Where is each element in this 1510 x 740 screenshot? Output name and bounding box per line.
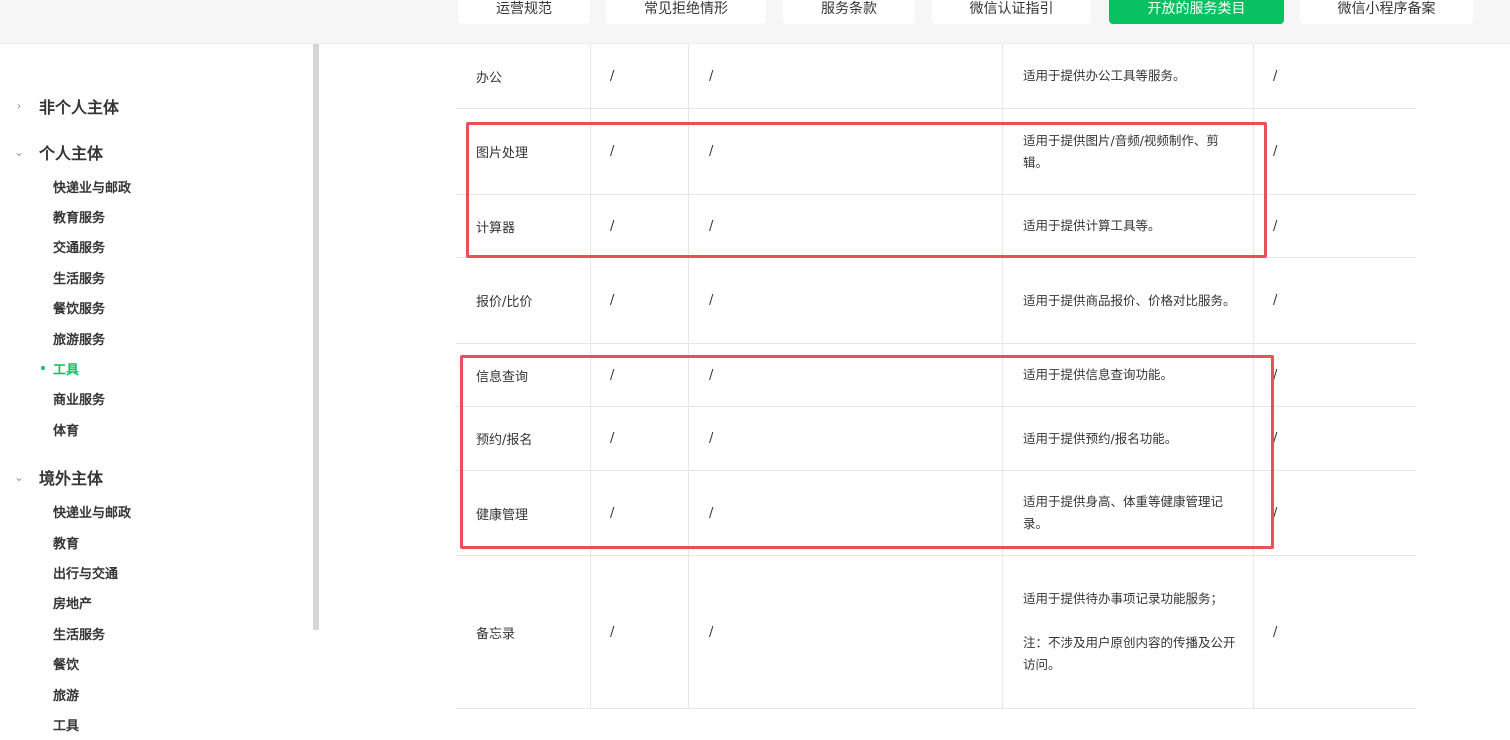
sidebar-group-individual[interactable]: ⌄ 个人主体 <box>12 140 103 164</box>
cell-value: / <box>1273 431 1278 446</box>
cell-value: / <box>1273 505 1278 521</box>
cell-value: / <box>610 293 615 308</box>
category-name: 计算器 <box>476 220 516 236</box>
category-name: 报价/比价 <box>476 295 533 310</box>
category-name: 信息查询 <box>476 369 529 385</box>
cell-value: / <box>1273 624 1278 640</box>
cell-value: / <box>1273 68 1278 84</box>
sidebar-item-label: 工具 <box>53 362 80 378</box>
sidebar-group-label: 非个人主体 <box>39 98 120 117</box>
cell-value: / <box>610 431 615 446</box>
category-description: 适用于提供办公工具等服务。 <box>1023 68 1186 83</box>
sidebar-item-business-services[interactable]: 商业服务 <box>53 388 105 408</box>
cell-value: / <box>1273 144 1278 159</box>
category-name: 预约/报名 <box>476 433 533 448</box>
tab-operation-rules[interactable]: 运营规范 <box>458 0 590 24</box>
cell-value: / <box>610 505 615 521</box>
category-description-cell: 适用于提供商品报价、价格对比服务。 <box>1023 258 1243 343</box>
sidebar-item-express-postal-overseas[interactable]: 快递业与邮政 <box>53 501 131 521</box>
category-name: 图片处理 <box>476 146 529 161</box>
sidebar-group-overseas[interactable]: ⌄ 境外主体 <box>12 465 103 489</box>
cell-value: / <box>709 367 714 383</box>
sidebar-item-sports[interactable]: 体育 <box>53 419 79 439</box>
sidebar-group-label: 个人主体 <box>39 144 104 163</box>
chevron-right-icon: › <box>16 99 22 113</box>
cell-value: / <box>709 431 714 446</box>
category-description-cell: 适用于提供身高、体重等健康管理记录。 <box>1023 471 1243 555</box>
category-description: 适用于提供图片/音频/视频制作、剪辑。 <box>1023 132 1219 170</box>
sidebar-scrollbar[interactable] <box>313 44 319 630</box>
category-description: 适用于提供商品报价、价格对比服务。 <box>1023 292 1236 308</box>
cell-value: / <box>610 624 615 640</box>
table-row: 信息查询 / / 适用于提供信息查询功能。 / <box>456 344 1416 407</box>
category-description: 适用于提供计算工具等。 <box>1023 218 1161 233</box>
cell-value: / <box>709 624 714 640</box>
tab-miniprogram-filing[interactable]: 微信小程序备案 <box>1300 0 1473 24</box>
cell-value: / <box>1273 293 1278 308</box>
sidebar-item-express-postal[interactable]: 快递业与邮政 <box>53 176 131 196</box>
table-row: 健康管理 / / 适用于提供身高、体重等健康管理记录。 / <box>456 471 1416 556</box>
category-name: 备忘录 <box>476 626 516 642</box>
sidebar-item-tools-overseas[interactable]: 工具 <box>53 714 79 734</box>
cell-value: / <box>1273 367 1278 383</box>
category-description-block: 适用于提供待办事项记录功能服务； 注：不涉及用户原创内容的传播及公开访问。 <box>1023 588 1243 676</box>
table-row: 图片处理 / / 适用于提供图片/音频/视频制作、剪辑。 / <box>456 109 1416 195</box>
cell-value: / <box>709 293 714 308</box>
category-name: 办公 <box>476 70 503 86</box>
category-description-cell: 适用于提供图片/音频/视频制作、剪辑。 <box>1023 109 1243 194</box>
sidebar-item-travel-services[interactable]: 旅游服务 <box>53 328 105 348</box>
table-row: 计算器 / / 适用于提供计算工具等。 / <box>456 195 1416 258</box>
cell-value: / <box>709 68 714 84</box>
category-description-cell: 适用于提供待办事项记录功能服务； 注：不涉及用户原创内容的传播及公开访问。 <box>1023 556 1243 708</box>
category-name: 健康管理 <box>476 507 529 523</box>
sidebar-item-real-estate[interactable]: 房地产 <box>53 592 92 612</box>
tab-common-rejections[interactable]: 常见拒绝情形 <box>606 0 766 24</box>
sidebar-group-non-individual[interactable]: › 非个人主体 <box>12 94 119 118</box>
sidebar-item-travel[interactable]: 旅游 <box>53 684 79 704</box>
cell-value: / <box>610 144 615 159</box>
sidebar-item-catering[interactable]: 餐饮 <box>53 653 79 673</box>
cell-value: / <box>709 218 714 234</box>
category-note: 注：不涉及用户原创内容的传播及公开访问。 <box>1023 635 1236 672</box>
cell-value: / <box>1273 218 1278 234</box>
chevron-down-icon: ⌄ <box>13 145 25 159</box>
sidebar-item-life-services-overseas[interactable]: 生活服务 <box>53 623 105 643</box>
sidebar-item-education-services[interactable]: 教育服务 <box>53 206 105 226</box>
table-row: 办公 / / 适用于提供办公工具等服务。 / <box>456 44 1416 109</box>
category-description: 适用于提供身高、体重等健康管理记录。 <box>1023 494 1224 531</box>
tab-wechat-certification[interactable]: 微信认证指引 <box>932 0 1091 24</box>
table-row: 备忘录 / / 适用于提供待办事项记录功能服务； 注：不涉及用户原创内容的传播及… <box>456 556 1416 709</box>
sidebar-item-transport-services[interactable]: 交通服务 <box>53 236 105 256</box>
cell-value: / <box>610 218 615 234</box>
top-nav: 运营规范 常见拒绝情形 服务条款 微信认证指引 开放的服务类目 微信小程序备案 <box>0 0 1510 44</box>
category-description: 适用于提供预约/报名功能。 <box>1023 430 1178 446</box>
table-row: 预约/报名 / / 适用于提供预约/报名功能。 / <box>456 407 1416 471</box>
category-description: 适用于提供待办事项记录功能服务； <box>1023 591 1224 606</box>
sidebar-item-education[interactable]: 教育 <box>53 532 79 552</box>
sidebar-item-catering-services[interactable]: 餐饮服务 <box>53 297 105 317</box>
tab-terms-of-service[interactable]: 服务条款 <box>783 0 915 24</box>
chevron-down-icon: ⌄ <box>13 470 25 484</box>
cell-value: / <box>610 68 615 84</box>
sidebar-item-travel-transport[interactable]: 出行与交通 <box>53 562 118 582</box>
cell-value: / <box>709 144 714 159</box>
sidebar-group-label: 境外主体 <box>39 469 104 488</box>
cell-value: / <box>610 367 615 383</box>
sidebar-item-tools[interactable]: 工具 <box>41 358 80 378</box>
service-category-table: 办公 / / 适用于提供办公工具等服务。 / 图片处理 / / 适用于提供图片/… <box>456 44 1416 709</box>
tab-open-service-categories[interactable]: 开放的服务类目 <box>1109 0 1284 24</box>
category-description: 适用于提供信息查询功能。 <box>1023 367 1174 382</box>
active-dot-icon <box>41 366 45 370</box>
cell-value: / <box>709 505 714 521</box>
sidebar-item-life-services[interactable]: 生活服务 <box>53 267 105 287</box>
sidebar: › 非个人主体 ⌄ 个人主体 快递业与邮政 教育服务 交通服务 生活服务 餐饮服… <box>0 44 312 740</box>
table-row: 报价/比价 / / 适用于提供商品报价、价格对比服务。 / <box>456 258 1416 344</box>
